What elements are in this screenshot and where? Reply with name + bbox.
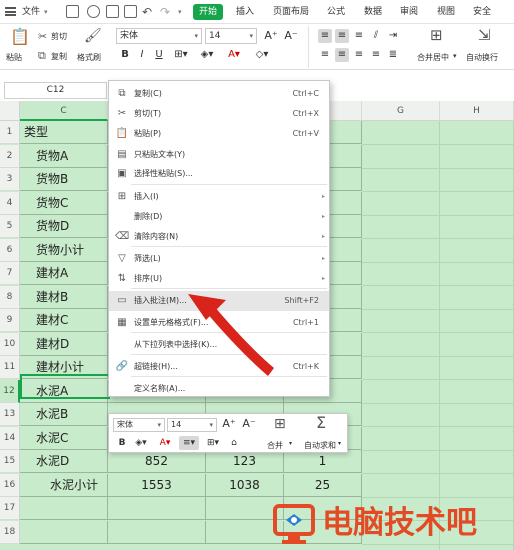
watermark: 电脑技术吧 [270,500,514,546]
watermark-logo-icon [273,504,315,544]
annotation-arrow [188,294,274,376]
watermark-text: 电脑技术吧 [322,505,477,541]
arrow-shaft [206,306,274,376]
